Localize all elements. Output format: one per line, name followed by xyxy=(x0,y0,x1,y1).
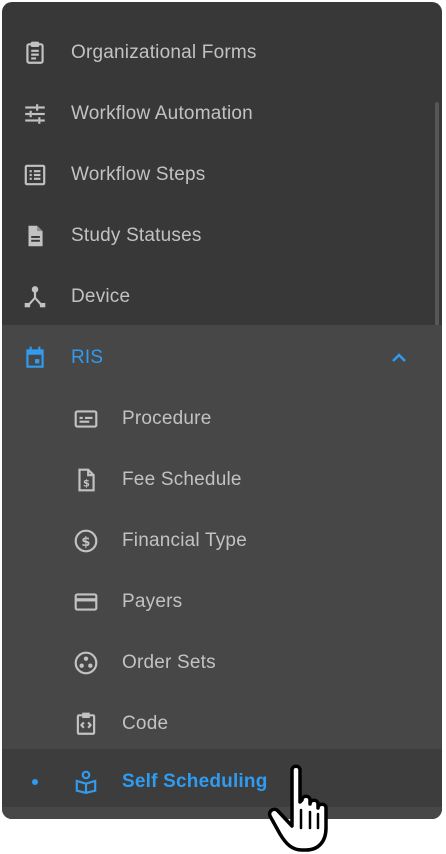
person-book-icon xyxy=(73,769,99,795)
hand-pointer-cursor-icon xyxy=(267,764,328,852)
menu-item-label: Workflow Steps xyxy=(71,163,206,185)
menu-item-label: Device xyxy=(71,285,131,307)
card-icon xyxy=(73,406,99,432)
submenu-item-fee-schedule[interactable]: $ Fee Schedule xyxy=(2,449,432,510)
menu-item-label: Payers xyxy=(122,590,183,612)
dollar-circle-icon: $ xyxy=(73,528,99,554)
tune-sliders-icon xyxy=(22,101,48,127)
menu-item-workflow-steps[interactable]: Workflow Steps xyxy=(2,144,432,205)
menu-item-label: Organizational Forms xyxy=(71,41,257,63)
submenu-item-order-sets[interactable]: Order Sets xyxy=(2,632,432,693)
menu-item-label: Order Sets xyxy=(122,651,216,673)
clipboard-icon xyxy=(22,40,48,66)
calendar-icon xyxy=(22,345,48,371)
document-icon xyxy=(22,223,48,249)
active-bullet xyxy=(32,778,38,785)
menu-item-label: Study Statuses xyxy=(71,224,202,246)
device-hub-icon xyxy=(22,284,48,310)
navigation-panel: Organizational Forms Workflow Automation xyxy=(2,2,442,819)
menu-item-workflow-automation[interactable]: Workflow Automation xyxy=(2,83,432,144)
svg-text:$: $ xyxy=(81,534,90,549)
invoice-dollar-icon: $ xyxy=(73,467,99,493)
list-icon xyxy=(22,162,48,188)
dots-circle-icon xyxy=(73,650,99,676)
code-clipboard-icon xyxy=(73,711,99,737)
menu-item-label: Procedure xyxy=(122,407,212,429)
submenu-item-code[interactable]: Code xyxy=(2,693,432,754)
menu-item-label: RIS xyxy=(71,346,104,368)
menu-item-ris[interactable]: RIS xyxy=(2,327,432,388)
credit-card-icon xyxy=(73,589,99,615)
menu-item-label: Self Scheduling xyxy=(122,770,268,792)
svg-text:$: $ xyxy=(83,478,90,489)
submenu-item-payers[interactable]: Payers xyxy=(2,571,432,632)
menu-item-device[interactable]: Device xyxy=(2,266,432,327)
chevron-up-icon[interactable] xyxy=(387,346,411,370)
menu-item-study-statuses[interactable]: Study Statuses xyxy=(2,205,432,266)
menu-item-label: Workflow Automation xyxy=(71,102,253,124)
menu-item-label: Financial Type xyxy=(122,529,247,551)
submenu-item-financial-type[interactable]: $ Financial Type xyxy=(2,510,432,571)
menu-item-organizational-forms[interactable]: Organizational Forms xyxy=(2,22,432,83)
menu-item-label: Fee Schedule xyxy=(122,468,242,490)
menu-item-label: Code xyxy=(122,712,169,734)
submenu-item-procedure[interactable]: Procedure xyxy=(2,388,432,449)
submenu-item-self-scheduling[interactable]: Self Scheduling xyxy=(2,751,432,812)
